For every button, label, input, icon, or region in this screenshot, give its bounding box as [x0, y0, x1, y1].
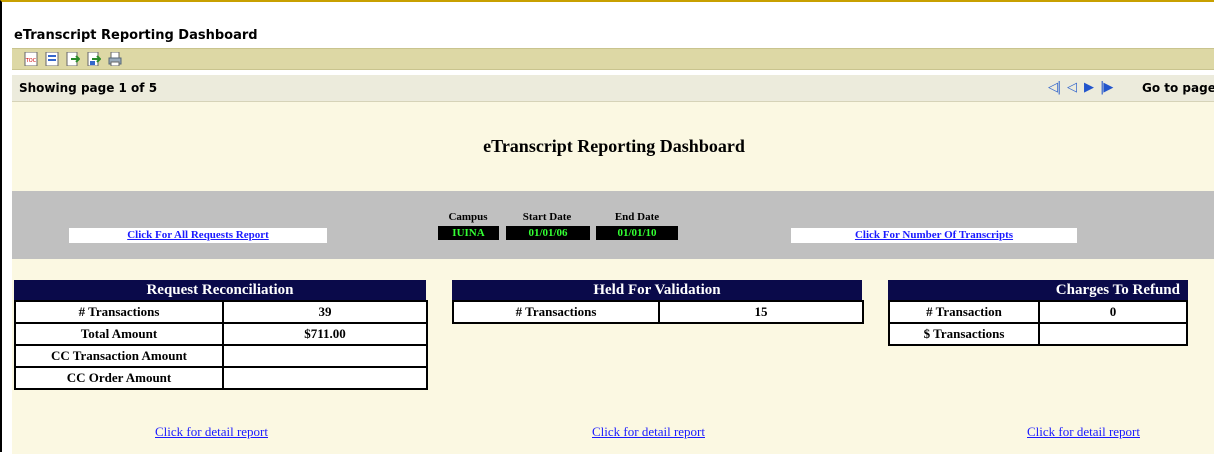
reconciliation-detail-link[interactable]: Click for detail report [155, 424, 268, 440]
pager-bar: Showing page 1 of 5 ◁| ◁ ▶ |▶ Go to page [12, 75, 1214, 102]
table-row: # Transactions 39 [14, 300, 428, 324]
export-icon[interactable] [66, 52, 80, 66]
row-label: # Transaction [888, 300, 1040, 324]
toc-icon[interactable]: TOC [24, 52, 38, 66]
first-page-icon[interactable]: ◁| [1048, 80, 1061, 95]
row-value: $711.00 [222, 322, 428, 346]
table-row: Total Amount $711.00 [14, 322, 428, 346]
end-date-label: End Date [614, 211, 660, 223]
go-to-page-label[interactable]: Go to page [1142, 81, 1214, 95]
held-for-validation-header: Held For Validation [452, 280, 862, 300]
end-date-value: 01/01/10 [596, 226, 678, 240]
table-row: $ Transactions [888, 322, 1188, 346]
charges-to-refund-header: Charges To Refund [888, 280, 1188, 300]
report-body: eTranscript Reporting Dashboard Click Fo… [12, 102, 1214, 454]
next-page-icon[interactable]: ▶ [1084, 80, 1094, 95]
campus-label: Campus [448, 211, 488, 223]
table-row: CC Transaction Amount [14, 344, 428, 368]
print-icon[interactable] [108, 52, 122, 66]
row-value [1038, 322, 1188, 346]
campus-value: IUINA [438, 226, 499, 240]
row-value [222, 366, 428, 390]
row-label: # Transactions [14, 300, 224, 324]
row-label: CC Transaction Amount [14, 344, 224, 368]
charges-to-refund-table: # Transaction 0 $ Transactions [888, 300, 1188, 346]
request-reconciliation-table: # Transactions 39 Total Amount $711.00 C… [14, 300, 428, 390]
last-page-icon[interactable]: |▶ [1100, 80, 1113, 95]
held-for-validation-table: # Transactions 15 [452, 300, 864, 324]
export-to-icon[interactable] [87, 52, 101, 66]
row-label: # Transactions [452, 300, 660, 324]
page-indicator: Showing page 1 of 5 [19, 81, 158, 95]
all-requests-report-link[interactable]: Click For All Requests Report [69, 228, 327, 243]
row-value: 39 [222, 300, 428, 324]
table-row: CC Order Amount [14, 366, 428, 390]
row-label: CC Order Amount [14, 366, 224, 390]
report-title: eTranscript Reporting Dashboard [483, 136, 745, 156]
row-label: Total Amount [14, 322, 224, 346]
row-value: 0 [1038, 300, 1188, 324]
start-date-value: 01/01/06 [506, 226, 590, 240]
report-viewer-frame: eTranscript Reporting Dashboard TOC Show… [0, 0, 1214, 454]
previous-page-icon[interactable]: ◁ [1067, 80, 1077, 95]
request-reconciliation-header: Request Reconciliation [14, 280, 426, 300]
refund-detail-link[interactable]: Click for detail report [1027, 424, 1140, 440]
document-map-icon[interactable] [45, 52, 59, 66]
svg-text:TOC: TOC [25, 58, 37, 64]
row-value: 15 [658, 300, 864, 324]
start-date-label: Start Date [522, 211, 572, 223]
toolbar: TOC [12, 48, 1214, 70]
table-row: # Transactions 15 [452, 300, 864, 324]
number-of-transcripts-link[interactable]: Click For Number Of Transcripts [791, 228, 1077, 243]
row-value [222, 344, 428, 368]
validation-detail-link[interactable]: Click for detail report [592, 424, 705, 440]
parameter-band: Click For All Requests Report Campus Sta… [12, 191, 1214, 259]
table-row: # Transaction 0 [888, 300, 1188, 324]
row-label: $ Transactions [888, 322, 1040, 346]
window-title: eTranscript Reporting Dashboard [14, 28, 258, 43]
